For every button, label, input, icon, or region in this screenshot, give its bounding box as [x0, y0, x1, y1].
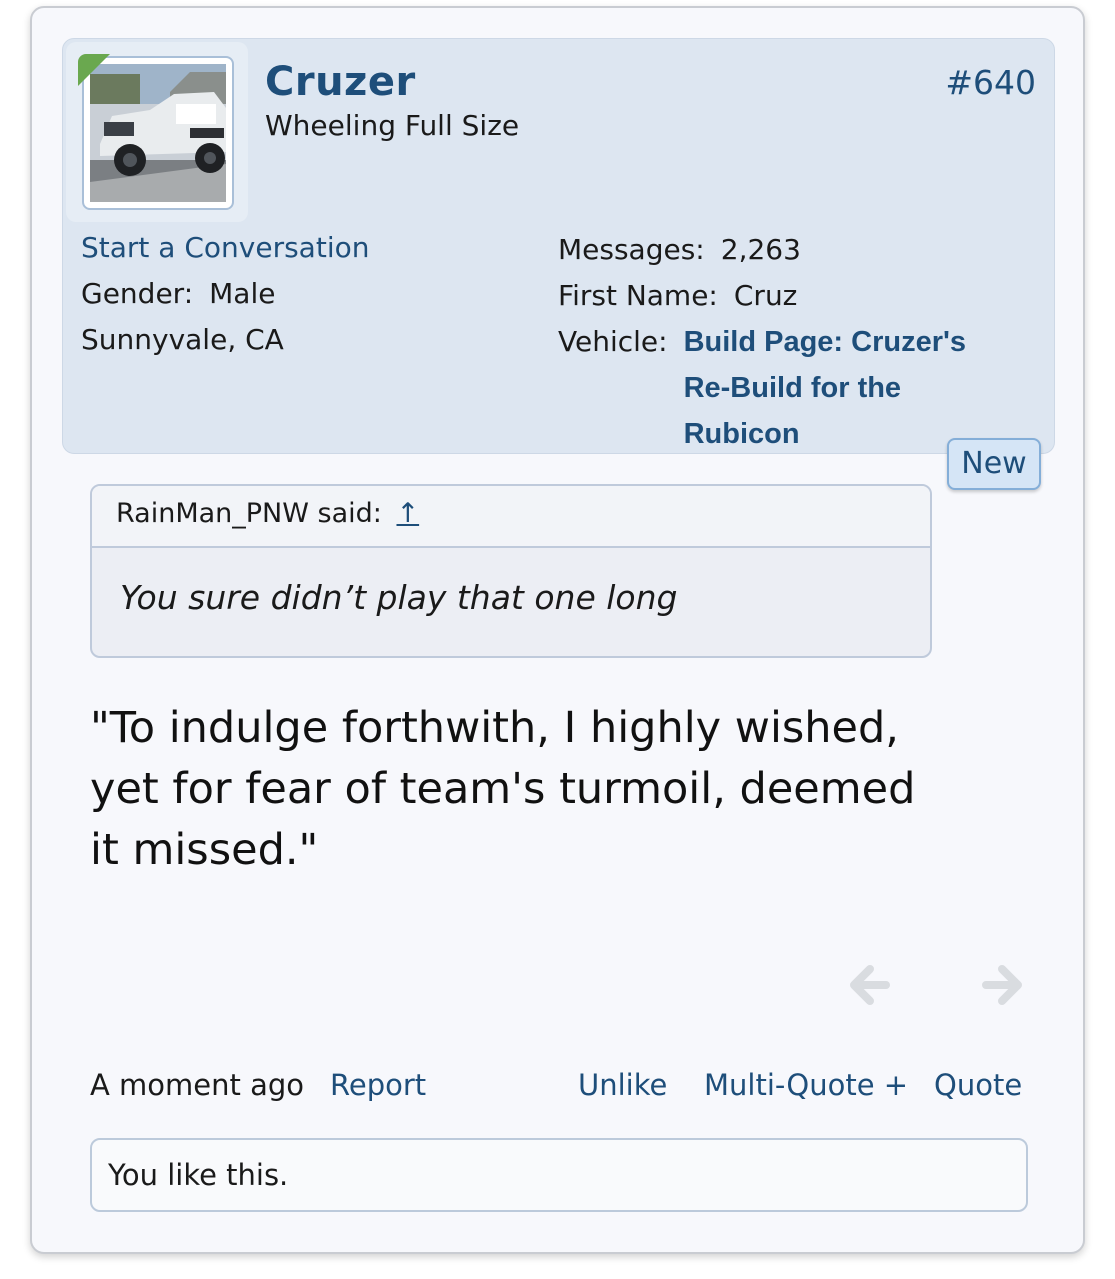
- quote-link[interactable]: Quote: [934, 1068, 1022, 1102]
- post-container: Cruzer Wheeling Full Size #640 Start a C…: [30, 6, 1085, 1254]
- gender-row: Gender: Male: [81, 271, 369, 317]
- user-info-panel: Cruzer Wheeling Full Size #640 Start a C…: [62, 38, 1055, 454]
- quote-text: You sure didn’t play that one long: [120, 578, 678, 617]
- avatar-holder: [66, 42, 248, 222]
- vehicle-row: Vehicle: Build Page: Cruzer's Re-Build f…: [558, 319, 1004, 457]
- first-name-value: Cruz: [733, 279, 798, 312]
- gender-label: Gender:: [81, 277, 194, 310]
- user-extra-right: Messages: 2,263 First Name: Cruz Vehicle…: [558, 227, 1004, 457]
- vehicle-build-page-link[interactable]: Build Page: Cruzer's Re-Build for the Ru…: [684, 319, 1004, 457]
- user-title: Wheeling Full Size: [265, 109, 520, 142]
- gender-value: Male: [209, 277, 276, 310]
- quote-header: RainMan_PNW said: ↑: [92, 486, 930, 548]
- username-link[interactable]: Cruzer: [265, 59, 416, 105]
- message-body: "To indulge forthwith, I highly wished, …: [90, 703, 916, 875]
- post-date: A moment ago: [90, 1068, 305, 1102]
- first-name-label: First Name:: [558, 279, 718, 312]
- location: Sunnyvale, CA: [81, 323, 284, 356]
- user-extra-left: Start a Conversation Gender: Male Sunnyv…: [81, 225, 369, 363]
- online-indicator: [78, 54, 110, 86]
- first-name-row: First Name: Cruz: [558, 273, 1004, 319]
- post-number-link[interactable]: #640: [945, 63, 1036, 102]
- avatar-image: [90, 64, 226, 202]
- unlike-link[interactable]: Unlike: [578, 1068, 667, 1102]
- quote-block: RainMan_PNW said: ↑ You sure didn’t play…: [90, 484, 932, 658]
- messages-label: Messages:: [558, 233, 705, 266]
- quote-author: RainMan_PNW said:: [116, 498, 382, 529]
- new-badge: New: [947, 438, 1041, 490]
- quote-source-arrow-icon[interactable]: ↑: [396, 498, 419, 529]
- arrow-right-icon[interactable]: [980, 961, 1028, 1009]
- messages-value: 2,263: [720, 233, 801, 266]
- report-link[interactable]: Report: [330, 1068, 426, 1102]
- start-conversation-link[interactable]: Start a Conversation: [81, 225, 369, 271]
- multi-quote-link[interactable]: Multi-Quote +: [704, 1068, 908, 1102]
- arrow-left-icon[interactable]: [844, 961, 892, 1009]
- messages-row: Messages: 2,263: [558, 227, 1004, 273]
- likes-summary: You like this.: [90, 1138, 1028, 1212]
- vehicle-label: Vehicle:: [558, 325, 668, 358]
